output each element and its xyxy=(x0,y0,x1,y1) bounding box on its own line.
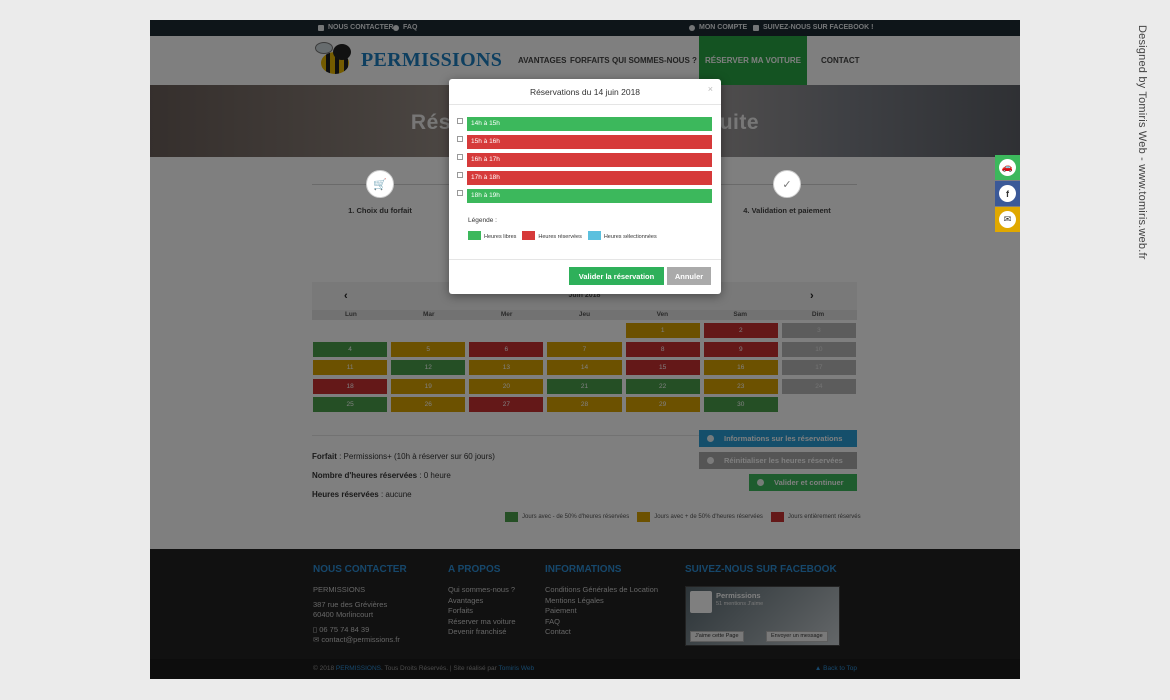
cart-icon: 🛒 xyxy=(366,170,394,198)
time-slot: 15h à 16h xyxy=(457,135,712,149)
modal-divider-bottom xyxy=(449,259,721,260)
cancel-button[interactable]: Annuler xyxy=(667,267,711,285)
slot-label: 16h à 17h xyxy=(467,153,712,167)
legend-free-label: Heures libres xyxy=(484,234,517,240)
side-car-button[interactable]: 🚗 xyxy=(995,155,1020,180)
slot-label[interactable]: 18h à 19h xyxy=(467,189,712,203)
legend-selected-label: Heures sélectionnées xyxy=(603,234,657,240)
validate-reservation-button[interactable]: Valider la réservation xyxy=(569,267,664,285)
legend-selected: Heures sélectionnées xyxy=(587,231,657,240)
side-facebook-button[interactable]: f xyxy=(995,181,1020,206)
time-slot: 16h à 17h xyxy=(457,153,712,167)
side-mail-button[interactable]: ✉ xyxy=(995,207,1020,232)
slot-checkbox xyxy=(457,154,463,160)
slot-checkbox[interactable] xyxy=(457,118,463,124)
slot-checkbox xyxy=(457,172,463,178)
legend-free: Heures libres xyxy=(468,231,516,240)
checkmark-icon: ✓ xyxy=(773,170,801,198)
slot-checkbox[interactable] xyxy=(457,190,463,196)
slot-checkbox xyxy=(457,136,463,142)
legend-swatch xyxy=(587,231,601,240)
modal-legend: Heures libres Heures réservées Heures sé… xyxy=(468,231,657,240)
slot-label[interactable]: 14h à 15h xyxy=(467,117,712,131)
legend-swatch xyxy=(522,231,536,240)
facebook-icon: f xyxy=(999,185,1016,202)
slot-label: 15h à 16h xyxy=(467,135,712,149)
modal-title: Réservations du 14 juin 2018 xyxy=(529,87,641,97)
legend-swatch xyxy=(468,231,481,240)
legend-reserved-label: Heures réservées xyxy=(538,234,582,240)
close-icon[interactable]: × xyxy=(708,84,713,94)
modal-divider-top xyxy=(449,104,721,105)
designer-credit: Designed by Tomiris Web - www.tomiris.we… xyxy=(1136,25,1148,260)
legend-title: Légende : xyxy=(468,217,497,224)
legend-reserved: Heures réservées xyxy=(522,231,582,240)
time-slot: 18h à 19h xyxy=(457,189,712,203)
time-slot: 14h à 15h xyxy=(457,117,712,131)
car-icon: 🚗 xyxy=(999,159,1016,176)
floating-side-buttons: 🚗 f ✉ xyxy=(995,155,1020,233)
reservation-modal: Réservations du 14 juin 2018 × 14h à 15h… xyxy=(449,79,721,294)
time-slot: 17h à 18h xyxy=(457,171,712,185)
mail-icon: ✉ xyxy=(999,211,1016,228)
slot-label: 17h à 18h xyxy=(467,171,712,185)
